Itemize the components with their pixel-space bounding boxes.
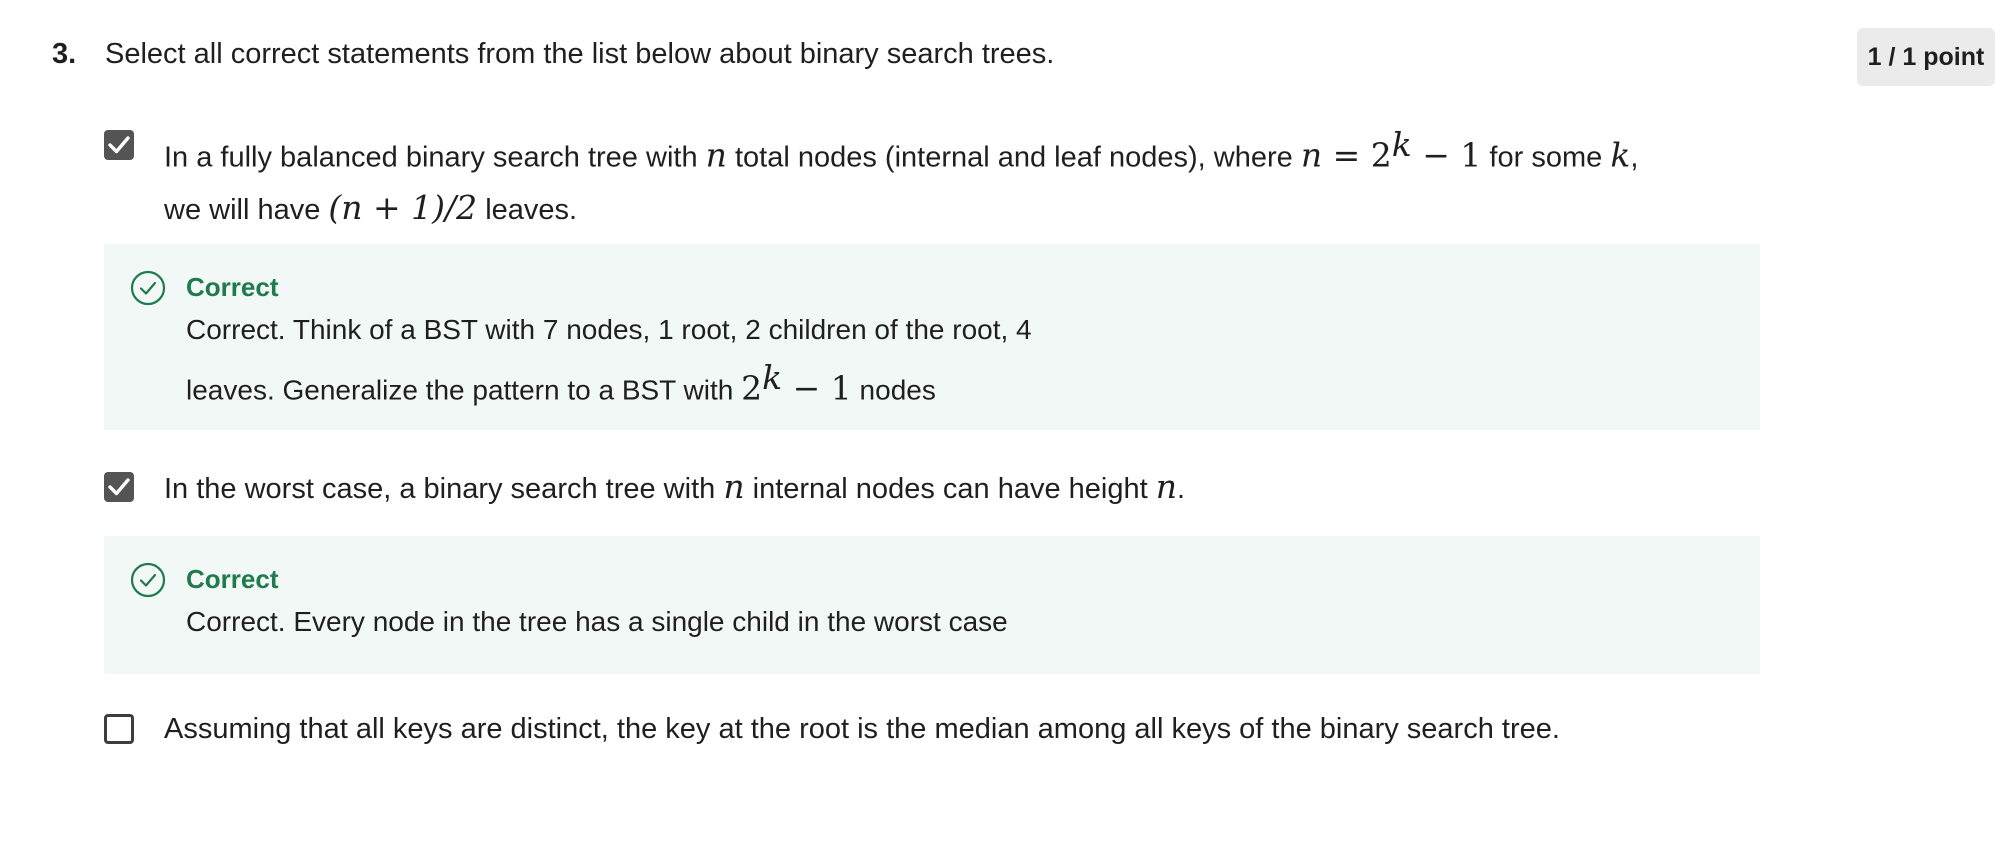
option-2-checkbox[interactable]: [104, 472, 134, 502]
check-circle-icon: [130, 562, 166, 598]
feedback-text: Correct. Every node in the tree has a si…: [186, 606, 1008, 637]
option-1-feedback: Correct Correct. Think of a BST with 7 n…: [104, 244, 1760, 430]
feedback-title: Correct: [186, 564, 279, 594]
feedback-text: Correct. Think of a BST with 7 nodes, 1 …: [186, 314, 1032, 408]
option-2-text: In the worst case, a binary search tree …: [164, 467, 1186, 506]
option-2[interactable]: In the worst case, a binary search tree …: [104, 467, 1185, 514]
option-3-text: Assuming that all keys are distinct, the…: [164, 713, 1560, 745]
checkmark-icon: [108, 136, 130, 154]
option-3-checkbox[interactable]: [104, 714, 134, 744]
question-text: Select all correct statements from the l…: [105, 38, 1055, 70]
option-1-checkbox[interactable]: [104, 130, 134, 160]
check-circle-icon: [130, 270, 166, 306]
checkmark-icon: [108, 478, 130, 496]
option-2-feedback: Correct Correct. Every node in the tree …: [104, 536, 1760, 674]
feedback-title: Correct: [186, 272, 279, 302]
option-3[interactable]: Assuming that all keys are distinct, the…: [104, 712, 1560, 754]
option-1-text: In a fully balanced binary search tree w…: [164, 125, 1639, 227]
question-number: 3.: [52, 38, 77, 70]
points-badge: 1 / 1 point: [1857, 28, 1995, 86]
option-1[interactable]: In a fully balanced binary search tree w…: [104, 125, 1638, 235]
